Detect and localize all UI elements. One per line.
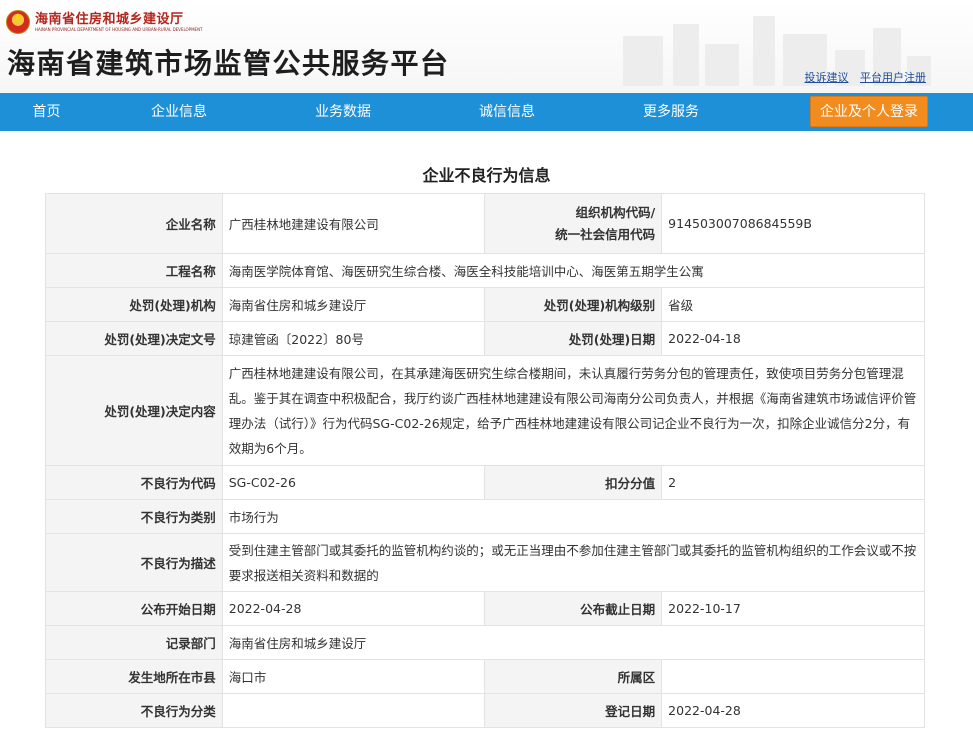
bad-behavior-detail-table: 企业名称 广西桂林地建建设有限公司 组织机构代码/ 统一社会信用代码 91450…	[45, 193, 926, 728]
district-value	[661, 659, 925, 694]
nav-home[interactable]: 首页	[0, 93, 93, 131]
table-row: 公布开始日期 2022-04-28 公布截止日期 2022-10-17	[45, 591, 925, 626]
publish-start-label: 公布开始日期	[45, 591, 223, 626]
category-label: 不良行为分类	[45, 693, 223, 728]
doc-no-value: 琼建管函〔2022〕80号	[221, 321, 486, 356]
department-name-en: HAINAN PROVINCIAL DEPARTMENT OF HOUSING …	[35, 26, 203, 32]
org-code-label-line1: 组织机构代码/	[575, 204, 656, 220]
behavior-code-label: 不良行为代码	[45, 465, 223, 500]
site-title: 海南省建筑市场监管公共服务平台	[7, 47, 450, 80]
behavior-desc-label: 不良行为描述	[45, 533, 223, 592]
publish-start-value: 2022-04-28	[221, 591, 486, 626]
page-title: 企业不良行为信息	[422, 166, 551, 185]
decision-label: 处罚(处理)决定内容	[45, 355, 223, 466]
table-row: 处罚(处理)决定内容 广西桂林地建建设有限公司，在其承建海医研究生综合楼期间，未…	[45, 355, 926, 466]
decision-value: 广西桂林地建建设有限公司，在其承建海医研究生综合楼期间，未认真履行劳务分包的管理…	[221, 355, 926, 466]
behavior-type-value: 市场行为	[221, 499, 926, 534]
behavior-code-value: SG-C02-26	[221, 465, 486, 500]
category-value	[221, 693, 486, 728]
nav-business-data[interactable]: 业务数据	[294, 93, 392, 131]
table-row: 不良行为描述 受到住建主管部门或其委托的监管机构约谈的；或无正当理由不参加住建主…	[45, 533, 926, 592]
header-links: 投诉建议 平台用户注册	[797, 69, 927, 85]
table-row: 记录部门 海南省住房和城乡建设厅	[45, 625, 926, 660]
table-row: 不良行为分类 登记日期 2022-04-28	[45, 693, 925, 728]
table-row: 处罚(处理)机构 海南省住房和城乡建设厅 处罚(处理)机构级别 省级	[45, 287, 925, 322]
table-row: 不良行为类别 市场行为	[45, 499, 926, 534]
city-label: 发生地所在市县	[45, 659, 223, 694]
record-dept-label: 记录部门	[45, 625, 223, 660]
publish-end-value: 2022-10-17	[661, 591, 925, 626]
behavior-desc-value: 受到住建主管部门或其委托的监管机构约谈的；或无正当理由不参加住建主管部门或其委托…	[221, 533, 926, 592]
org-code-label: 组织机构代码/ 统一社会信用代码	[484, 193, 663, 254]
table-row: 工程名称 海南医学院体育馆、海医研究生综合楼、海医全科技能培训中心、海医第五期学…	[45, 253, 926, 288]
site-header: 海南省住房和城乡建设厅 HAINAN PROVINCIAL DEPARTMENT…	[0, 0, 973, 93]
project-label: 工程名称	[45, 253, 223, 288]
national-emblem-icon	[6, 10, 30, 34]
record-dept-value: 海南省住房和城乡建设厅	[221, 625, 926, 660]
login-button[interactable]: 企业及个人登录	[810, 96, 928, 127]
table-row: 处罚(处理)决定文号 琼建管函〔2022〕80号 处罚(处理)日期 2022-0…	[45, 321, 925, 356]
behavior-type-label: 不良行为类别	[45, 499, 223, 534]
company-label: 企业名称	[45, 193, 223, 254]
table-row: 发生地所在市县 海口市 所属区	[45, 659, 925, 694]
authority-level-label: 处罚(处理)机构级别	[484, 287, 663, 322]
deduct-label: 扣分分值	[484, 465, 663, 500]
department-name: 海南省住房和城乡建设厅	[35, 11, 184, 27]
doc-no-label: 处罚(处理)决定文号	[45, 321, 223, 356]
complaint-link[interactable]: 投诉建议	[805, 71, 849, 84]
register-date-label: 登记日期	[484, 693, 663, 728]
nav-enterprise-info[interactable]: 企业信息	[130, 93, 228, 131]
register-link[interactable]: 平台用户注册	[860, 71, 926, 84]
company-value: 广西桂林地建建设有限公司	[221, 193, 486, 254]
penalty-date-value: 2022-04-18	[661, 321, 925, 356]
table-row: 不良行为代码 SG-C02-26 扣分分值 2	[45, 465, 925, 500]
authority-value: 海南省住房和城乡建设厅	[221, 287, 486, 322]
publish-end-label: 公布截止日期	[484, 591, 663, 626]
nav-credit-info[interactable]: 诚信信息	[458, 93, 556, 131]
department-logo[interactable]: 海南省住房和城乡建设厅 HAINAN PROVINCIAL DEPARTMENT…	[6, 10, 203, 34]
city-value: 海口市	[221, 659, 486, 694]
org-code-label-line2: 统一社会信用代码	[555, 226, 656, 242]
org-code-value: 91450300708684559B	[661, 193, 925, 254]
deduct-value: 2	[661, 465, 925, 500]
district-label: 所属区	[484, 659, 663, 694]
register-date-value: 2022-04-28	[661, 693, 925, 728]
table-row: 企业名称 广西桂林地建建设有限公司 组织机构代码/ 统一社会信用代码 91450…	[45, 193, 925, 254]
penalty-date-label: 处罚(处理)日期	[484, 321, 663, 356]
authority-level-value: 省级	[661, 287, 925, 322]
project-value: 海南医学院体育馆、海医研究生综合楼、海医全科技能培训中心、海医第五期学生公寓	[221, 253, 926, 288]
nav-more-services[interactable]: 更多服务	[622, 93, 720, 131]
authority-label: 处罚(处理)机构	[45, 287, 223, 322]
